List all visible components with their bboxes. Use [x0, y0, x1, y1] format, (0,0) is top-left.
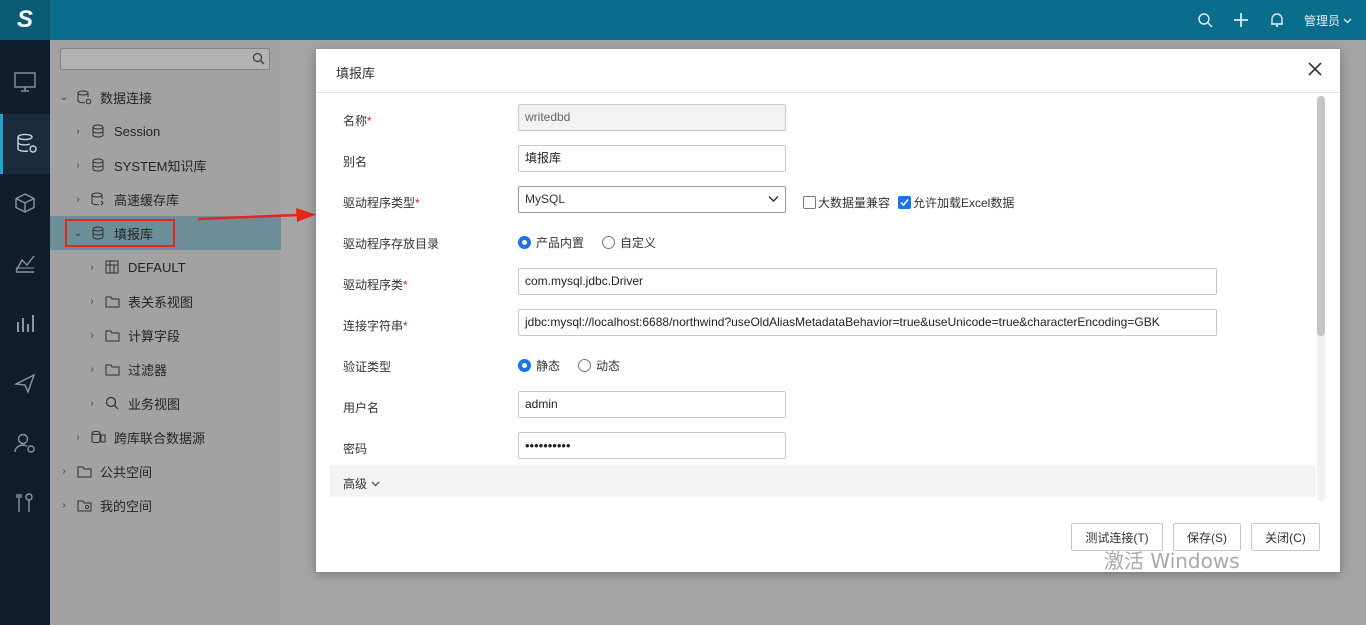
dialog-scrollbar[interactable] — [1317, 96, 1325, 501]
user-label: 管理员 — [1303, 13, 1340, 28]
database-icon[interactable] — [0, 114, 50, 174]
username-field[interactable]: admin — [518, 391, 786, 418]
field-label: 驱动程序类型* — [343, 196, 420, 210]
user-menu[interactable]: 管理员 — [1304, 12, 1352, 29]
user-settings-icon[interactable] — [0, 413, 50, 473]
radio-dynamic[interactable]: 动态 — [578, 357, 620, 374]
bar-chart-icon[interactable] — [0, 293, 50, 353]
scrollbar-thumb[interactable] — [1317, 96, 1325, 336]
radio-builtin[interactable]: 产品内置 — [518, 234, 584, 251]
chevron-down-icon — [768, 195, 779, 203]
field-row-alias: 别名 填报库 — [316, 145, 1316, 175]
advanced-label: 高级 — [343, 477, 368, 491]
field-label: 用户名 — [343, 401, 380, 415]
advanced-section[interactable]: 高级 — [330, 465, 1316, 497]
radio-label: 静态 — [536, 359, 561, 373]
dialog-header: 填报库 — [316, 49, 1340, 93]
field-row-auth-type: 验证类型 静态 动态 — [316, 350, 1316, 380]
checkbox-box[interactable] — [898, 196, 911, 209]
field-row-driver-dir: 驱动程序存放目录 产品内置 自定义 — [316, 227, 1316, 257]
driver-dir-radio-group: 产品内置 自定义 — [518, 234, 656, 251]
close-button[interactable]: 关闭(C) — [1251, 523, 1320, 551]
left-icon-rail — [0, 40, 50, 625]
bell-icon[interactable] — [1268, 11, 1286, 29]
driver-type-select[interactable]: MySQL — [518, 186, 786, 213]
field-row-driver-type: 驱动程序类型* MySQL 大数据量兼容 允许加载Excel数据 — [316, 186, 1316, 216]
field-row-conn-string: 连接字符串* jdbc:mysql://localhost:6688/north… — [316, 309, 1316, 339]
dialog-body: 名称* writedbd 别名 填报库 驱动程序类型* MySQL 大数据量兼容… — [316, 94, 1340, 500]
radio-static[interactable]: 静态 — [518, 357, 560, 374]
radio-label: 自定义 — [620, 236, 657, 250]
radio-label: 动态 — [596, 359, 621, 373]
app-logo[interactable]: S — [0, 0, 50, 40]
search-icon[interactable] — [1196, 11, 1214, 29]
field-row-username: 用户名 admin — [316, 391, 1316, 421]
field-label: 验证类型 — [343, 360, 392, 374]
field-label: 连接字符串* — [343, 319, 408, 333]
windows-activation-watermark: 激活 Windows — [1104, 549, 1240, 573]
top-bar: S 管理员 — [0, 0, 1366, 40]
chevron-down-icon — [371, 481, 380, 486]
chevron-down-icon — [1343, 18, 1352, 23]
driver-class-field[interactable]: com.mysql.jdbc.Driver — [518, 268, 1217, 295]
monitor-icon[interactable] — [0, 52, 50, 112]
radio-label: 产品内置 — [536, 236, 585, 250]
field-label: 别名 — [343, 155, 368, 169]
field-label: 驱动程序类* — [343, 278, 408, 292]
tools-icon[interactable] — [0, 473, 50, 533]
alias-field[interactable]: 填报库 — [518, 145, 786, 172]
field-row-password: 密码 •••••••••• — [316, 432, 1316, 462]
radio-custom[interactable]: 自定义 — [602, 234, 656, 251]
field-label: 密码 — [343, 442, 368, 456]
close-icon[interactable] — [1308, 62, 1324, 78]
cube-icon[interactable] — [0, 173, 50, 233]
radio-dot[interactable] — [578, 359, 592, 372]
checkbox-label: 大数据量兼容 — [818, 196, 891, 210]
radio-dot[interactable] — [602, 236, 616, 249]
auth-type-radio-group: 静态 动态 — [518, 357, 620, 374]
chart-area-icon[interactable] — [0, 233, 50, 293]
driver-type-value: MySQL — [525, 192, 566, 206]
fill-db-dialog: 填报库 名称* writedbd 别名 填报库 驱动程序类型* MySQL 大数… — [316, 49, 1340, 572]
checkbox-label: 允许加载Excel数据 — [913, 196, 1015, 210]
allow-excel-checkbox[interactable]: 允许加载Excel数据 — [898, 194, 1014, 211]
name-field[interactable]: writedbd — [518, 104, 786, 131]
password-field[interactable]: •••••••••• — [518, 432, 786, 459]
highlight-box — [65, 219, 175, 247]
field-label: 名称* — [343, 114, 372, 128]
top-actions: 管理员 — [1196, 0, 1352, 40]
radio-dot[interactable] — [518, 359, 531, 372]
conn-string-field[interactable]: jdbc:mysql://localhost:6688/northwind?us… — [518, 309, 1217, 336]
field-row-name: 名称* writedbd — [316, 104, 1316, 134]
big-data-compat-checkbox[interactable]: 大数据量兼容 — [803, 194, 890, 211]
radio-dot[interactable] — [518, 236, 531, 249]
logo-text: S — [16, 6, 33, 33]
send-icon[interactable] — [0, 353, 50, 413]
red-arrow-icon — [197, 208, 316, 222]
field-label: 驱动程序存放目录 — [343, 237, 440, 251]
plus-icon[interactable] — [1232, 11, 1250, 29]
checkbox-box[interactable] — [803, 196, 816, 209]
field-row-driver-class: 驱动程序类* com.mysql.jdbc.Driver — [316, 268, 1316, 298]
advanced-toggle[interactable]: 高级 — [343, 475, 380, 492]
dialog-title: 填报库 — [336, 66, 376, 81]
